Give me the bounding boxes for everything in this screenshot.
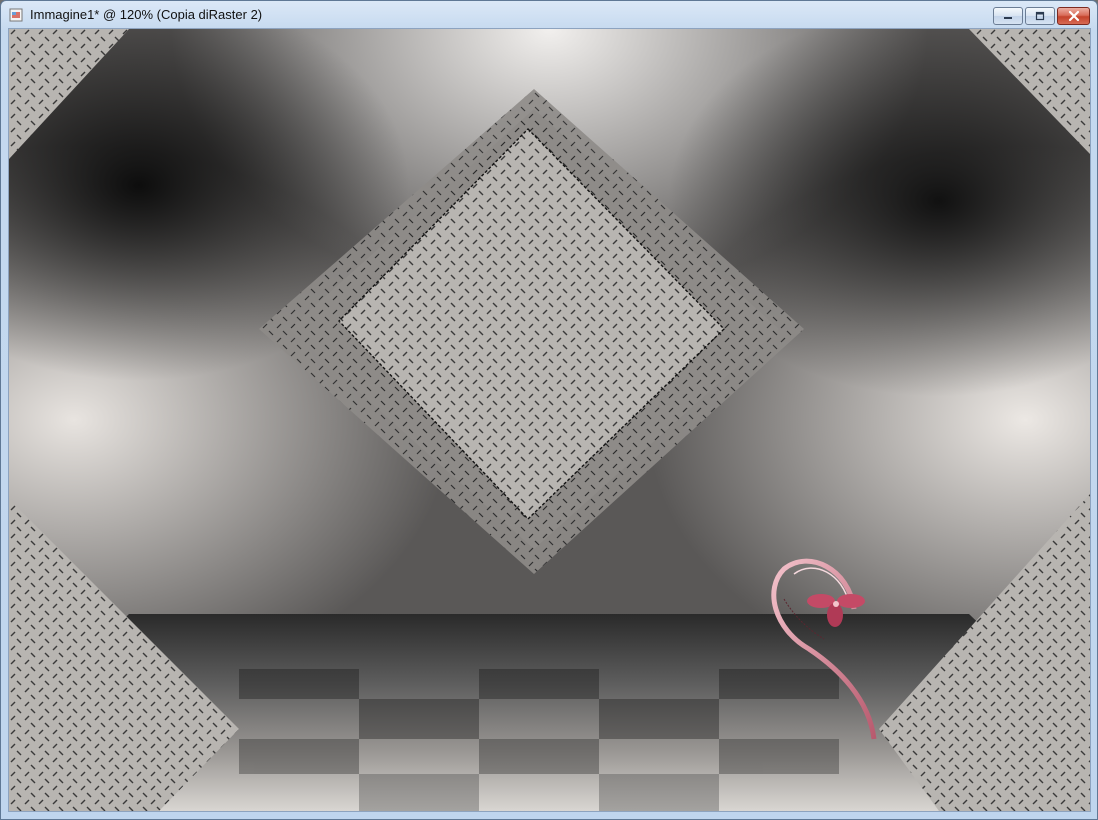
minimize-button[interactable] (993, 7, 1023, 25)
close-button[interactable] (1057, 7, 1090, 25)
document-window: Immagine1* @ 120% (Copia diRaster 2) (0, 0, 1098, 820)
image-canvas[interactable] (9, 29, 1090, 811)
window-title: Immagine1* @ 120% (Copia diRaster 2) (30, 7, 263, 22)
maximize-button[interactable] (1025, 7, 1055, 25)
title-bar[interactable]: Immagine1* @ 120% (Copia diRaster 2) (1, 1, 1097, 29)
close-icon (1068, 10, 1079, 22)
minimize-icon (1004, 17, 1012, 19)
image-canvas-frame[interactable] (8, 28, 1091, 812)
document-icon[interactable] (9, 8, 23, 22)
maximize-icon (1035, 11, 1045, 21)
